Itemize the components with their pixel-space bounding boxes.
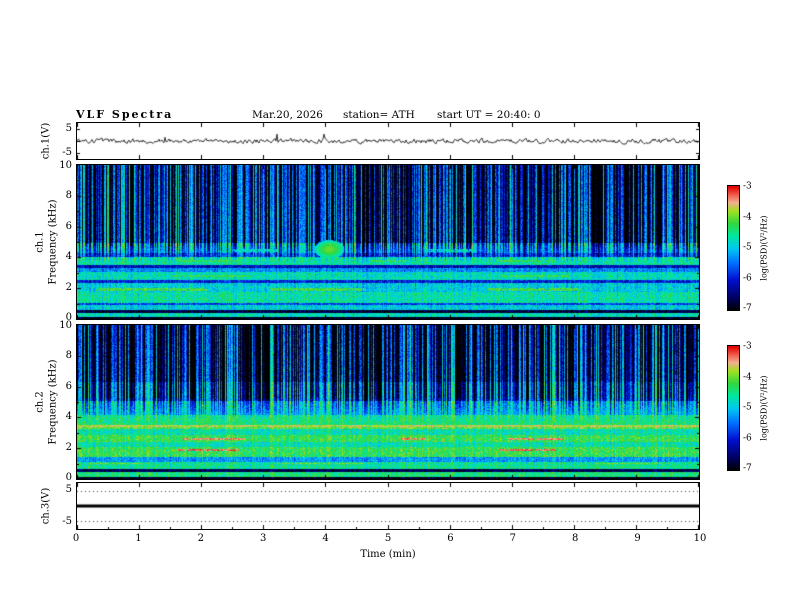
colorbar-ch1-canvas — [728, 186, 739, 310]
colorbar-ch1-tick-label: -7 — [743, 303, 752, 314]
colorbar-ch2-tick-label: -4 — [743, 372, 752, 382]
x-tick-label: 0 — [72, 533, 80, 544]
ch1-spectrogram-canvas — [77, 165, 699, 319]
colorbar-ch1-tick-label: -6 — [743, 273, 752, 283]
ch3-voltage-canvas — [77, 483, 699, 529]
colorbar-ch1 — [727, 185, 740, 311]
ch3-voltage-y-tick-label: 5 — [65, 484, 72, 495]
ch1-voltage-canvas — [77, 123, 699, 159]
ch2-spectrogram-y-tick-label: 10 — [59, 320, 72, 331]
ch2-spectrogram-y-tick-label: 4 — [65, 411, 72, 423]
x-axis-title: Time (min) — [360, 549, 416, 560]
ch1-spectrogram-y-tick-label: 8 — [65, 190, 72, 202]
x-tick-label: 10 — [693, 533, 707, 544]
ch2-spectrogram-panel — [76, 324, 700, 480]
x-tick-label: 5 — [384, 533, 392, 544]
ch1-voltage-y-tick-label: 5 — [65, 123, 72, 134]
ch1-voltage-panel — [76, 122, 700, 160]
ch3-voltage-y-tick-label: -5 — [62, 516, 72, 527]
ch3-voltage-panel — [76, 482, 700, 530]
colorbar-ch1-tick-label: -5 — [743, 242, 752, 253]
colorbar-ch2-tick-label: -7 — [743, 463, 752, 474]
ch2-spectrogram-y-tick-label: 0 — [65, 472, 72, 483]
colorbar-ch1-tick-label: -4 — [743, 212, 752, 222]
colorbar-ch2-tick-label: -6 — [743, 433, 752, 443]
x-tick-label: 1 — [135, 533, 142, 544]
colorbar-ch2-tick-label: -5 — [743, 402, 752, 413]
vlf-spectra-figure: VLF Spectra Mar.20, 2026 station= ATH st… — [0, 0, 792, 612]
colorbar-ch2-label: log(PSD)(V²/Hz) — [759, 375, 769, 441]
ch1-spectrogram-y-tick-label: 2 — [65, 281, 72, 293]
start-ut-label: start UT = 20:40: 0 — [437, 109, 541, 121]
ch2-spectrogram-channel-ylabel: ch.2 — [34, 391, 46, 413]
colorbar-ch1-label: log(PSD)(V²/Hz) — [759, 215, 769, 281]
ch2-spectrogram-canvas — [77, 325, 699, 479]
ch1-spectrogram-channel-ylabel: ch.1 — [34, 231, 46, 253]
x-tick-label: 7 — [509, 533, 516, 544]
ch2-spectrogram-y-tick-label: 6 — [65, 380, 72, 392]
colorbar-ch2-tick-label: -3 — [743, 341, 752, 352]
x-tick-label: 6 — [447, 533, 454, 544]
ch2-spectrogram-frequency-ylabel: Frequency (kHz) — [47, 359, 59, 445]
ch1-spectrogram-frequency-ylabel: Frequency (kHz) — [47, 199, 59, 285]
ch1-spectrogram-panel — [76, 164, 700, 320]
ch1-spectrogram-y-tick-label: 10 — [59, 160, 72, 171]
colorbar-ch1-tick-label: -3 — [743, 181, 752, 192]
ch1-voltage-y-tick-label: -5 — [62, 147, 72, 158]
ch1-spectrogram-y-tick-label: 4 — [65, 251, 72, 263]
x-tick-label: 2 — [197, 533, 204, 544]
ch2-spectrogram-y-tick-label: 2 — [65, 441, 72, 453]
date-label: Mar.20, 2026 — [252, 109, 323, 121]
ch1-spectrogram-y-tick-label: 6 — [65, 220, 72, 232]
x-tick-label: 9 — [634, 533, 641, 544]
colorbar-ch2 — [727, 345, 740, 471]
colorbar-ch2-canvas — [728, 346, 739, 470]
ch2-spectrogram-y-tick-label: 8 — [65, 350, 72, 362]
x-tick-label: 3 — [260, 533, 267, 544]
x-tick-label: 4 — [322, 533, 329, 544]
x-tick-label: 8 — [572, 533, 579, 544]
figure-title: VLF Spectra — [76, 108, 174, 121]
station-label: station= ATH — [343, 109, 415, 121]
